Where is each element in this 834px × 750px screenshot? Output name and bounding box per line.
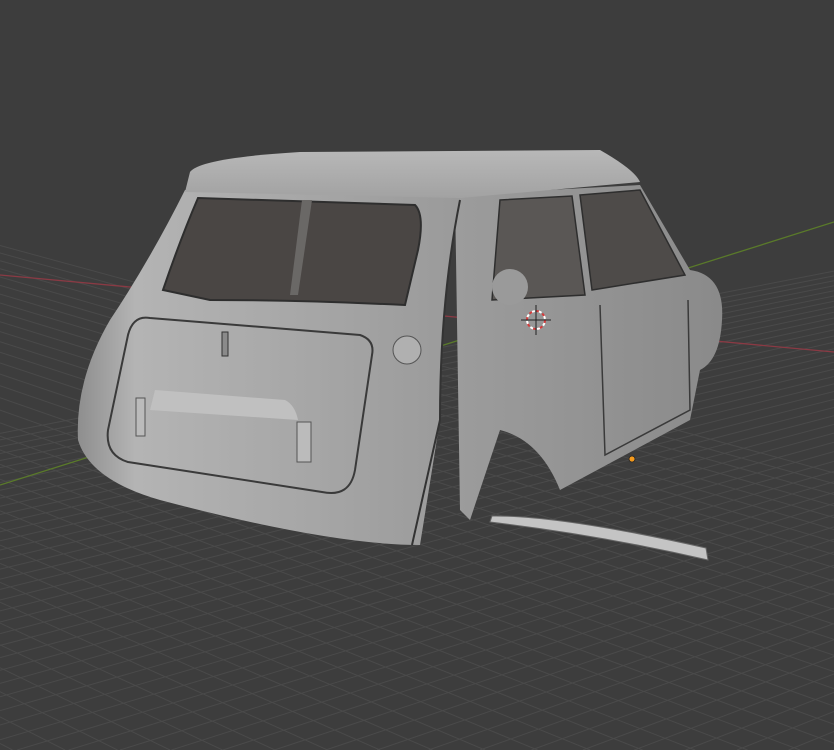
grid-line xyxy=(119,526,834,750)
boot-handle xyxy=(221,331,229,357)
bumper-bracket-right xyxy=(296,421,312,463)
grid-line xyxy=(0,622,276,750)
grid-line xyxy=(634,673,834,750)
grid-line xyxy=(531,639,834,750)
grid-line xyxy=(0,743,13,750)
3d-viewport[interactable] xyxy=(0,0,834,750)
grid-line xyxy=(0,667,171,750)
grid-line xyxy=(171,538,834,750)
grid-line xyxy=(16,503,834,750)
seat-headrest xyxy=(492,269,528,305)
viewport-canvas[interactable] xyxy=(0,0,834,750)
grid-line xyxy=(0,544,486,750)
grid-line xyxy=(325,578,834,750)
fuel-cap xyxy=(392,335,422,365)
grid-line xyxy=(582,656,834,750)
grid-line xyxy=(0,562,433,750)
car-body-model[interactable] xyxy=(77,150,723,561)
bumper-bracket-left xyxy=(135,397,146,437)
grid-line xyxy=(0,601,328,750)
grid-line xyxy=(0,691,118,750)
object-origin-dot[interactable] xyxy=(628,455,636,463)
grid-line xyxy=(274,564,834,750)
